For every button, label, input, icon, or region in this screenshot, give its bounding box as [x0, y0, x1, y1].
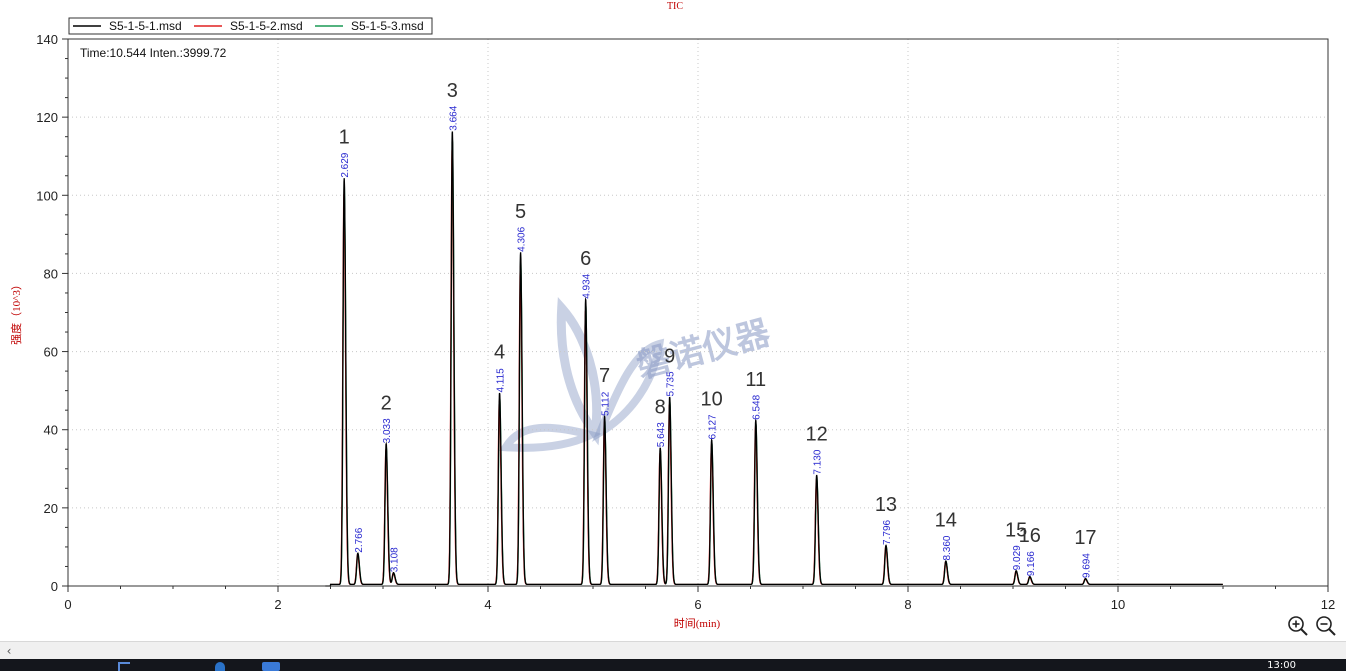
y-tick-label: 0: [51, 579, 58, 594]
x-tick-label: 10: [1111, 597, 1125, 612]
peak-number: 2: [381, 392, 392, 414]
peak-rt-label: 6.548: [752, 394, 763, 419]
peak-rt-label: 3.033: [382, 418, 393, 443]
y-tick-label: 80: [44, 266, 58, 281]
peak-number: 14: [935, 510, 957, 532]
peak-rt-label: 5.643: [656, 422, 667, 447]
legend-label: S5-1-5-3.msd: [351, 19, 424, 33]
legend: S5-1-5-1.msd S5-1-5-2.msd S5-1-5-3.msd: [68, 17, 433, 35]
peak-number: 11: [745, 369, 766, 391]
zoom-out-button[interactable]: [1314, 614, 1338, 638]
trace-1: [325, 131, 1223, 587]
peak-number: 5: [515, 201, 526, 223]
x-tick-label: 12: [1321, 597, 1335, 612]
y-tick-label: 140: [36, 32, 58, 47]
trace-3: [325, 140, 1223, 587]
y-tick-label: 40: [44, 423, 58, 438]
peak-rt-label: 2.766: [354, 527, 365, 552]
taskbar-app-icon[interactable]: [118, 662, 130, 671]
peak-number: 3: [447, 80, 458, 102]
peak-rt-label: 8.360: [942, 535, 953, 560]
chromatogram-traces: [325, 131, 1223, 587]
taskbar-clock: 13:00: [1267, 660, 1296, 671]
peak-rt-label: 5.112: [601, 391, 612, 416]
peak-rt-label: 7.130: [813, 449, 824, 474]
peak-rt-label: 6.127: [708, 414, 719, 439]
horizontal-scrollbar[interactable]: ‹: [0, 641, 1346, 660]
y-axis-title: 强度（10^3）: [9, 279, 23, 345]
peak-rt-label: 4.934: [582, 273, 593, 298]
peak-number: 8: [655, 396, 666, 418]
x-tick-label: 2: [274, 597, 281, 612]
grid-lines: [68, 39, 1328, 586]
peak-number: 13: [875, 494, 897, 516]
peak-number: 16: [1019, 525, 1041, 547]
legend-label: S5-1-5-1.msd: [109, 19, 182, 33]
zoom-out-icon: [1316, 616, 1336, 636]
watermark-leaf-left: [499, 423, 602, 452]
peak-number: 1: [339, 127, 350, 149]
y-tick-label: 120: [36, 110, 58, 125]
taskbar-window-icon[interactable]: [262, 662, 280, 671]
peak-number: 9: [664, 345, 675, 367]
scroll-left-arrow-icon[interactable]: ‹: [2, 643, 16, 659]
x-tick-label: 8: [904, 597, 911, 612]
y-tick-label: 20: [44, 501, 58, 516]
y-tick-label: 100: [36, 188, 58, 203]
peak-number: 10: [701, 388, 723, 410]
chart-title: TIC: [667, 1, 683, 12]
x-tick-label: 4: [484, 597, 491, 612]
peak-number: 6: [580, 248, 591, 270]
legend-label: S5-1-5-2.msd: [230, 19, 303, 33]
taskbar-browser-icon[interactable]: [215, 662, 225, 671]
zoom-in-button[interactable]: [1286, 614, 1310, 638]
peak-rt-label: 4.115: [496, 368, 507, 393]
peak-number: 17: [1074, 527, 1096, 549]
peak-rt-label: 7.796: [882, 519, 893, 544]
tic-chart[interactable]: TIC 磐诺仪器 2.62912.7663.03323.1083.66434.1…: [0, 0, 1346, 641]
y-tick-label: 60: [44, 345, 58, 360]
peak-rt-label: 5.735: [666, 371, 677, 396]
peak-number: 12: [806, 424, 828, 446]
peak-rt-label: 3.108: [390, 547, 401, 572]
peak-rt-label: 9.029: [1012, 545, 1023, 570]
zoom-in-icon: [1288, 616, 1308, 636]
peak-rt-label: 4.306: [517, 226, 528, 251]
peak-rt-label: 3.664: [448, 105, 459, 130]
peak-rt-label: 9.166: [1026, 551, 1037, 576]
x-tick-label: 0: [64, 597, 71, 612]
x-tick-label: 6: [694, 597, 701, 612]
peak-rt-label: 9.694: [1081, 553, 1092, 578]
y-axis: 0 20 40 60 80 100 120 140: [36, 32, 68, 594]
x-axis-title: 时间(min): [674, 617, 721, 630]
peak-rt-label: 2.629: [340, 152, 351, 177]
trace-2: [325, 149, 1223, 587]
peak-number: 4: [494, 342, 505, 364]
peak-number: 7: [599, 365, 610, 387]
cursor-readout: Time:10.544 Inten.:3999.72: [80, 46, 227, 60]
taskbar: 13:00: [0, 659, 1346, 671]
x-axis: 0 2 4 6 8 10 12: [64, 586, 1335, 612]
